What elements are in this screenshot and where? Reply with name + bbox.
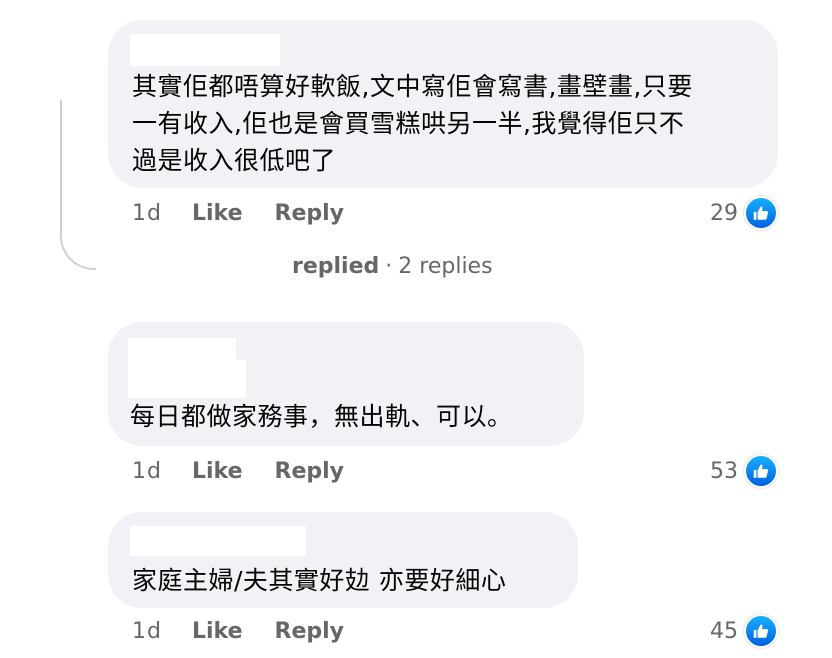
redacted-author-name [130,526,306,556]
thread-connector-line [60,100,96,270]
reaction-count[interactable]: 53 [710,454,778,488]
comment-timestamp[interactable]: 1d [132,619,162,644]
comment-actions: 1d Like Reply [132,616,376,646]
reaction-number: 29 [710,200,738,226]
comment-text-line: 家庭主婦/夫其實好攰 亦要好細心 [132,566,507,595]
comment-text: 其實佢都唔算好軟飯,文中寫佢會寫書,畫壁畫,只要 一有收入,佢也是會買雪糕哄另一… [132,68,693,179]
comment-actions: 1d Like Reply [132,456,376,486]
reply-count: 2 replies [398,254,493,279]
comment-text-line: 一有收入,佢也是會買雪糕哄另一半,我覺得佢只不 [132,109,685,138]
like-button[interactable]: Like [192,201,243,226]
replied-label: replied [292,254,380,279]
thumbs-up-icon [744,614,778,648]
reply-button[interactable]: Reply [275,619,345,644]
view-replies-link[interactable]: replied · 2 replies [292,254,493,279]
comment-bubble: 每日都做家務事，無出軌、可以。 [108,322,584,446]
like-button[interactable]: Like [192,459,243,484]
comment-text: 家庭主婦/夫其實好攰 亦要好細心 [132,562,506,599]
comment-text-line: 每日都做家務事，無出軌、可以。 [130,402,513,431]
comment-text-line: 過是收入很低吧了 [132,146,337,175]
separator-dot: · [385,254,393,279]
redacted-author-name [128,338,236,360]
comment-thread: 其實佢都唔算好軟飯,文中寫佢會寫書,畫壁畫,只要 一有收入,佢也是會買雪糕哄另一… [0,0,832,658]
reaction-number: 45 [710,618,738,644]
redacted-author-name [128,360,246,398]
redacted-author-name [130,34,280,66]
thumbs-up-icon [744,196,778,230]
reply-button[interactable]: Reply [275,201,345,226]
thumbs-up-icon [744,454,778,488]
reaction-count[interactable]: 45 [710,614,778,648]
comment-timestamp[interactable]: 1d [132,459,162,484]
comment-bubble: 家庭主婦/夫其實好攰 亦要好細心 [108,512,578,608]
like-button[interactable]: Like [192,619,243,644]
comment-timestamp[interactable]: 1d [132,201,162,226]
reaction-count[interactable]: 29 [710,196,778,230]
reaction-number: 53 [710,458,738,484]
comment-text: 每日都做家務事，無出軌、可以。 [130,398,513,435]
comment-actions: 1d Like Reply [132,198,376,228]
comment-bubble: 其實佢都唔算好軟飯,文中寫佢會寫書,畫壁畫,只要 一有收入,佢也是會買雪糕哄另一… [108,20,778,188]
reply-button[interactable]: Reply [275,459,345,484]
comment-text-line: 其實佢都唔算好軟飯,文中寫佢會寫書,畫壁畫,只要 [132,72,693,101]
